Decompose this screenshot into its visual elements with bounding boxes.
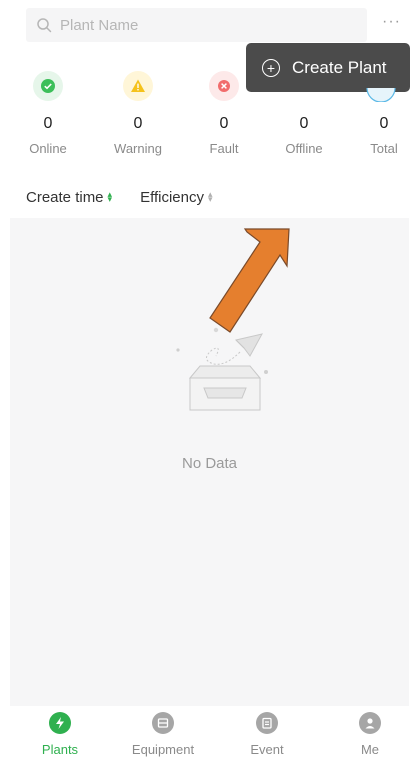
more-button[interactable]: ···: [382, 13, 401, 31]
empty-inbox-icon: [176, 327, 268, 411]
search-input[interactable]: Plant Name: [26, 8, 367, 42]
stat-offline-label: Offline: [285, 141, 323, 156]
stat-online-label: Online: [29, 141, 67, 156]
online-icon: [33, 71, 63, 101]
tab-me-label: Me: [360, 742, 380, 757]
stat-fault-value: 0: [219, 115, 229, 132]
stat-total-value: 0: [379, 115, 389, 132]
search-icon: [37, 18, 52, 33]
tab-plants[interactable]: Plants: [15, 712, 105, 757]
tab-event[interactable]: Event: [222, 712, 312, 757]
sort-arrows-icon: ▴ ▾: [207, 189, 213, 204]
create-plant-label: Create Plant: [292, 57, 387, 77]
stat-warning[interactable]: 0 Warning: [103, 68, 173, 156]
clipboard-icon: [256, 712, 278, 734]
sort-efficiency-label: Efficiency: [140, 188, 204, 206]
lightning-icon: [49, 712, 71, 734]
create-plant-button[interactable]: + Create Plant: [246, 43, 410, 92]
plus-circle-icon: +: [262, 58, 280, 77]
tab-equipment[interactable]: Equipment: [118, 712, 208, 757]
user-icon: [359, 712, 381, 734]
tab-plants-label: Plants: [41, 742, 79, 757]
annotation-arrow-icon: [209, 228, 290, 333]
sort-efficiency[interactable]: Efficiency ▴ ▾: [140, 189, 212, 206]
total-icon-partial: [366, 88, 396, 102]
tab-me[interactable]: Me: [325, 712, 415, 757]
tab-event-label: Event: [250, 742, 284, 757]
warning-icon: [123, 71, 153, 101]
stat-warning-label: Warning: [114, 141, 162, 156]
stat-fault-label: Fault: [209, 141, 239, 156]
stat-online-value: 0: [43, 115, 53, 132]
no-data-label: No Data: [181, 455, 238, 472]
stat-online[interactable]: 0 Online: [13, 68, 83, 156]
sort-create-time-label: Create time: [26, 188, 104, 206]
stat-warning-value: 0: [133, 115, 143, 132]
stat-total-label: Total: [370, 141, 398, 156]
search-placeholder: Plant Name: [60, 16, 139, 34]
sort-arrows-icon: ▴ ▾: [107, 189, 113, 204]
top-section: Plant Name ··· 0 Online 0 Warning 0 Faul…: [0, 0, 419, 218]
bottom-tab-bar: Plants Equipment Event Me: [0, 706, 419, 764]
equipment-icon: [152, 712, 174, 734]
fault-icon: [209, 71, 239, 101]
sort-bar: Create time ▴ ▾ Efficiency ▴ ▾: [26, 186, 241, 208]
stat-offline-value: 0: [299, 115, 309, 132]
sort-create-time[interactable]: Create time ▴ ▾: [26, 189, 112, 206]
tab-equipment-label: Equipment: [131, 742, 195, 757]
